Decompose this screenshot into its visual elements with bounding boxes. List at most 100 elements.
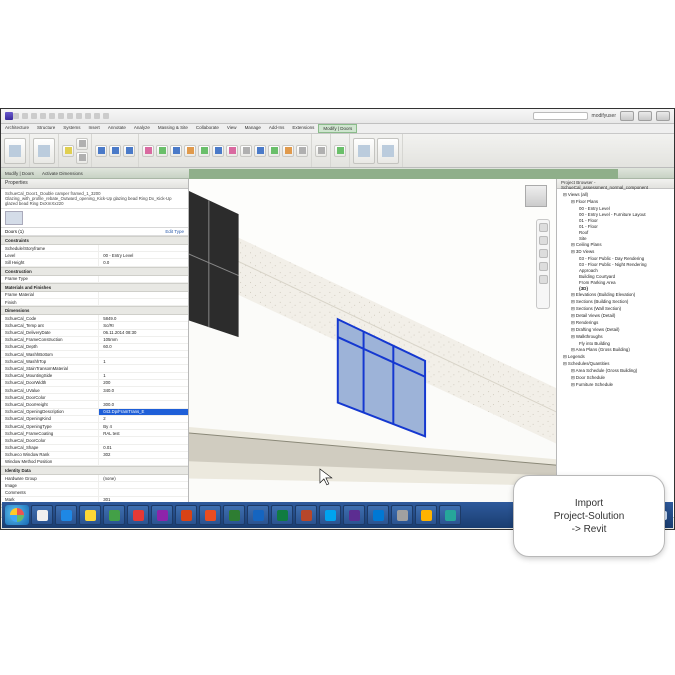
property-value[interactable]: 06.11.2014 08:30 <box>98 330 188 336</box>
property-row[interactable]: Window Method Position <box>1 459 188 466</box>
taskbar-app-button[interactable] <box>439 505 461 525</box>
property-row[interactable]: Schedule/Storyframe <box>1 245 188 252</box>
property-value[interactable] <box>98 489 188 495</box>
mirror-button[interactable] <box>170 145 182 157</box>
move-button[interactable] <box>184 145 196 157</box>
window-maximize-button[interactable] <box>638 111 652 121</box>
property-value[interactable]: By 4 <box>98 423 188 429</box>
property-value[interactable]: 200 <box>98 380 188 386</box>
tree-node[interactable]: ⊟ Schedules/Quantities <box>557 360 674 367</box>
tree-node[interactable]: ⊟ Detail Views (Detail) <box>557 312 674 319</box>
pan-icon[interactable] <box>539 236 548 245</box>
ribbon-tab[interactable]: Structure <box>33 124 59 133</box>
create-similar-button[interactable] <box>334 145 346 157</box>
offset-button[interactable] <box>156 145 168 157</box>
tree-node[interactable]: ⊟ Elevations (Building Elevation) <box>557 291 674 298</box>
taskbar-app-button[interactable] <box>175 505 197 525</box>
qat-print-icon[interactable] <box>49 113 55 119</box>
property-row[interactable]: Sill Height0.0 <box>1 259 188 266</box>
edit-family-button[interactable] <box>353 138 375 164</box>
taskbar-app-button[interactable] <box>199 505 221 525</box>
property-category[interactable]: Constraints <box>1 236 188 245</box>
pick-new-host-button[interactable] <box>377 138 399 164</box>
property-row[interactable]: Level00 - Entry Level <box>1 252 188 259</box>
cut-button[interactable] <box>76 138 88 150</box>
ribbon-tab[interactable]: Extensions <box>288 124 318 133</box>
property-value[interactable]: 0.0 <box>98 259 188 265</box>
property-row[interactable]: SchueCal_FrameConstruction105mm <box>1 337 188 344</box>
qat-open-icon[interactable] <box>13 113 19 119</box>
property-value[interactable]: 00 - Entry Level <box>98 252 188 258</box>
taskbar-app-button[interactable] <box>151 505 173 525</box>
scale-button[interactable] <box>268 145 280 157</box>
property-row[interactable]: Frame Material <box>1 292 188 299</box>
taskbar-app-button[interactable] <box>103 505 125 525</box>
taskbar-app-button[interactable] <box>391 505 413 525</box>
property-value[interactable]: 1 <box>98 358 188 364</box>
type-selector[interactable] <box>1 209 188 228</box>
lookaround-icon[interactable] <box>539 275 548 284</box>
tree-node[interactable]: ⊟ Views (all) <box>557 191 674 198</box>
taskbar-app-button[interactable] <box>343 505 365 525</box>
property-row[interactable]: SchueCal_OpeningDescription043.Dp/FramTr… <box>1 409 188 416</box>
qat-measure-icon[interactable] <box>67 113 73 119</box>
property-category[interactable]: Construction <box>1 267 188 276</box>
property-value[interactable] <box>98 351 188 357</box>
start-button[interactable] <box>5 505 29 525</box>
property-row[interactable]: Hardware Group(none) <box>1 475 188 482</box>
taskbar-app-button[interactable] <box>127 505 149 525</box>
tree-node[interactable]: ⊟ Furniture Schedule <box>557 381 674 388</box>
taskbar-app-button[interactable] <box>55 505 77 525</box>
property-row[interactable]: SchueCal_MountingSide1 <box>1 373 188 380</box>
paste-button[interactable] <box>62 145 74 157</box>
revit-app-icon[interactable] <box>5 112 13 120</box>
taskbar-app-button[interactable] <box>247 505 269 525</box>
property-row[interactable]: Frame Type <box>1 276 188 283</box>
zoom-icon[interactable] <box>539 249 548 258</box>
tree-node[interactable]: ⊟ Area Plans (Gross Building) <box>557 346 674 353</box>
ribbon-tab[interactable]: Add-Ins <box>265 124 289 133</box>
orbit-icon[interactable] <box>539 262 548 271</box>
measure-button[interactable] <box>315 145 327 157</box>
tree-node[interactable]: ⊟ Drafting Views (Detail) <box>557 326 674 333</box>
3d-viewport[interactable] <box>189 179 556 517</box>
ribbon-tab[interactable]: Modify | Doors <box>318 124 357 133</box>
taskbar-app-button[interactable] <box>271 505 293 525</box>
taskbar-app-button[interactable] <box>319 505 341 525</box>
tree-node[interactable]: ⊟ Area Schedule (Gross Building) <box>557 367 674 374</box>
property-row[interactable]: SchueCal_UValue340.0 <box>1 387 188 394</box>
ribbon-tab[interactable]: Manage <box>241 124 265 133</box>
property-row[interactable]: Finish <box>1 299 188 306</box>
tree-node[interactable]: ⊟ 3D Views <box>557 248 674 255</box>
steering-wheel-icon[interactable] <box>539 223 548 232</box>
qat-redo-icon[interactable] <box>40 113 46 119</box>
property-value[interactable]: 105mm <box>98 337 188 343</box>
property-row[interactable]: SchueCal_OpeningKind2 <box>1 416 188 423</box>
qat-sync-icon[interactable] <box>58 113 64 119</box>
ribbon-tab[interactable]: Insert <box>85 124 104 133</box>
qat-save-icon[interactable] <box>22 113 28 119</box>
ribbon-tab[interactable]: Massing & Site <box>154 124 192 133</box>
edit-type-button[interactable]: Edit Type <box>165 229 184 234</box>
window-minimize-button[interactable] <box>620 111 634 121</box>
property-row[interactable]: SchueCal_DoorColor <box>1 394 188 401</box>
join-button[interactable] <box>123 145 135 157</box>
taskbar-app-button[interactable] <box>295 505 317 525</box>
property-value[interactable] <box>98 437 188 443</box>
viewcube[interactable] <box>522 185 550 213</box>
copy-button[interactable] <box>76 152 88 164</box>
property-category[interactable]: Identity Data <box>1 466 188 475</box>
delete-button[interactable] <box>296 145 308 157</box>
tree-node[interactable]: ⊟ Sections (Wall Section) <box>557 305 674 312</box>
property-value[interactable]: 2 <box>98 416 188 422</box>
taskbar-app-button[interactable] <box>367 505 389 525</box>
qat-section-icon[interactable] <box>85 113 91 119</box>
qat-thin-lines-icon[interactable] <box>94 113 100 119</box>
property-value[interactable] <box>98 292 188 298</box>
property-row[interactable]: SchueCal_Code5849.0 <box>1 315 188 322</box>
tree-node[interactable]: ⊟ Floor Plans <box>557 198 674 205</box>
property-value[interactable] <box>98 365 188 371</box>
cut-geom-button[interactable] <box>109 145 121 157</box>
property-row[interactable]: SchueCal_DeliveryDate06.11.2014 08:30 <box>1 330 188 337</box>
property-row[interactable]: Image <box>1 482 188 489</box>
